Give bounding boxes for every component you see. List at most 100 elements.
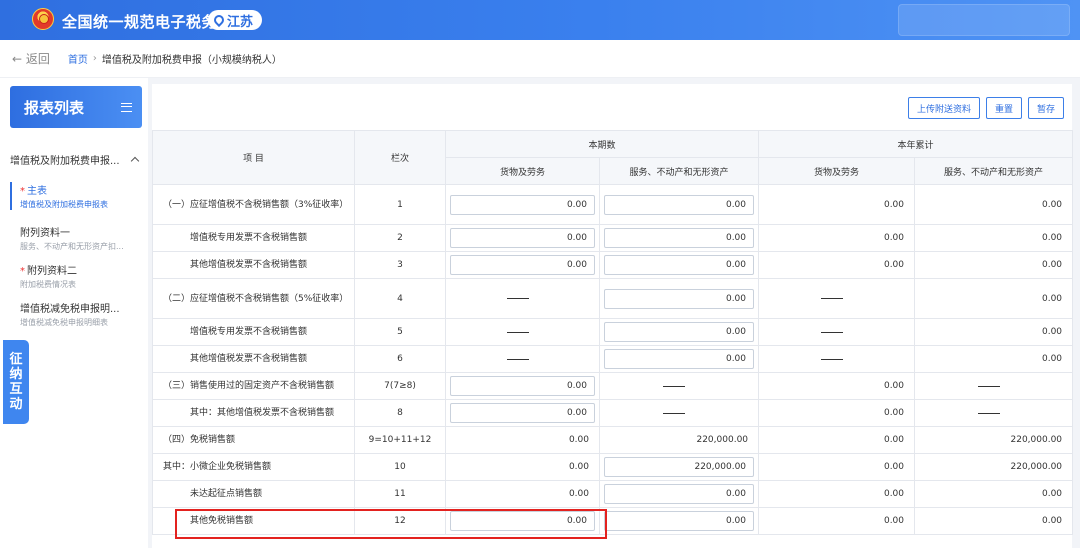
action-bar: 上传附送资料 重置 暂存 (907, 97, 1064, 119)
sidebar-item-sub: 增值税减免税申报明细表 (20, 318, 108, 327)
ytd-goods-value: 0.00 (758, 184, 916, 225)
sidebar-group-vat[interactable]: 增值税及附加税费申报... (10, 152, 142, 167)
required-marker: * (20, 186, 25, 197)
upload-attachment-button[interactable]: 上传附送资料 (907, 97, 980, 119)
user-info-area[interactable] (898, 4, 1070, 36)
interaction-float-tab[interactable]: 征 纳 互 动 (3, 340, 29, 424)
sidebar-group-label: 增值税及附加税费申报... (10, 156, 120, 167)
sidebar-item-attachment-2[interactable]: * 附列资料二 附加税费情况表 (10, 262, 146, 290)
current-services-na (598, 399, 760, 427)
current-goods-input[interactable]: 0.00 (450, 255, 595, 275)
current-goods-value: 0.00 (445, 453, 600, 481)
region-selector[interactable]: 江苏 (208, 10, 263, 30)
ytd-goods-value: 0.00 (758, 251, 916, 279)
current-services-input[interactable]: 0.00 (604, 322, 755, 342)
current-goods-input[interactable]: 0.00 (450, 194, 595, 215)
dash-icon (820, 298, 843, 299)
table-row: 其中：小微企业免税销售额 10 0.00 220,000.00 0.00 220,000.… (152, 453, 1074, 481)
current-services-cell: 0.00 (598, 224, 760, 252)
current-goods-input[interactable]: 0.00 (450, 228, 595, 248)
current-goods-input[interactable]: 0.00 (450, 376, 595, 396)
ytd-services-value: 0.00 (914, 278, 1074, 319)
main-panel: 上传附送资料 重置 暂存 项 目 栏次 本期数 本年累计 货物及劳务 服务、不动… (152, 84, 1074, 548)
sidebar-item-exemption[interactable]: 增值税减免税申报明... 增值税减免税申报明细表 (10, 300, 146, 328)
current-services-input[interactable]: 0.00 (604, 288, 755, 309)
current-services-input[interactable]: 0.00 (604, 255, 755, 275)
region-label: 江苏 (227, 14, 254, 30)
ytd-goods-value: 0.00 (758, 453, 916, 481)
report-sidebar: 报表列表 增值税及附加税费申报... * 主表 增值税及附加税费申报表 附列资料一… (0, 78, 148, 548)
dash-icon (977, 412, 1000, 414)
row-label: （三）销售使用过的固定资产不含税销售额 (152, 372, 355, 400)
dash-icon (506, 298, 529, 299)
current-services-input[interactable]: 0.00 (604, 228, 755, 248)
ytd-goods-value: 0.00 (758, 426, 916, 454)
breadcrumb-current: 增值税及附加税费申报（小规模纳税人） (101, 55, 282, 66)
current-services-input[interactable]: 0.00 (604, 349, 755, 369)
current-goods-na (445, 345, 600, 373)
current-services-na (598, 372, 760, 400)
location-pin-icon (211, 12, 227, 28)
ytd-goods-value: 0.00 (758, 480, 916, 508)
ytd-goods-value: 0.00 (758, 224, 916, 252)
current-services-input[interactable]: 0.00 (604, 484, 755, 504)
current-goods-value: 0.00 (445, 480, 600, 508)
sidebar-item-main[interactable]: * 主表 增值税及附加税费申报表 (10, 182, 146, 210)
sidebar-item-label: 增值税减免税申报明... (20, 304, 120, 315)
header-year-to-date: 本年累计 (758, 130, 1074, 158)
row-column-no: 11 (354, 480, 446, 508)
row-label: 其中：小微企业免税销售额 (152, 453, 355, 481)
current-goods-input[interactable]: 0.00 (450, 403, 595, 423)
row-column-no: 8 (354, 399, 446, 427)
row-column-no: 5 (354, 318, 446, 346)
row-label: （四）免税销售额 (152, 426, 355, 454)
table-row: （一）应征增值税不含税销售额（3%征收率） 1 0.00 0.00 0.00 0.00 (152, 184, 1074, 225)
row-label: （二）应征增值税不含税销售额（5%征收率） (152, 278, 355, 319)
table-row: 未达起征点销售额 11 0.00 0.00 0.00 0.00 (152, 480, 1074, 508)
breadcrumb-home[interactable]: 首页 (68, 51, 88, 66)
row-column-no: 1 (354, 184, 446, 225)
header-services: 服务、不动产和无形资产 (598, 157, 760, 185)
reset-button[interactable]: 重置 (985, 97, 1022, 119)
row-label: （一）应征增值税不含税销售额（3%征收率） (152, 184, 355, 225)
required-marker: * (20, 266, 25, 277)
row-label: 未达起征点销售额 (152, 480, 355, 508)
back-link[interactable]: ← 返回 (12, 50, 50, 67)
sidebar-item-sub: 附加税费情况表 (20, 280, 76, 289)
row-label: 其中：其他增值税发票不含税销售额 (152, 399, 355, 427)
table-row: 其他增值税发票不含税销售额 3 0.00 0.00 0.00 0.00 (152, 251, 1074, 279)
sidebar-item-sub: 服务、不动产和无形资产扣... (20, 242, 124, 251)
ytd-services-value: 0.00 (914, 345, 1074, 373)
ytd-goods-value: 0.00 (758, 399, 916, 427)
current-goods-cell: 0.00 (445, 184, 600, 225)
current-services-cell: 0.00 (598, 251, 760, 279)
table-row: 增值税专用发票不含税销售额 5 0.00 0.00 (152, 318, 1074, 346)
table-row: 其他增值税发票不含税销售额 6 0.00 0.00 (152, 345, 1074, 373)
ytd-services-value: 0.00 (914, 507, 1074, 535)
dash-icon (820, 331, 843, 333)
dash-icon (663, 385, 685, 387)
current-goods-cell: 0.00 (445, 399, 600, 427)
row-column-no: 9=10+11+12 (354, 426, 446, 454)
ytd-services-na (914, 372, 1074, 400)
sidebar-item-attachment-1[interactable]: 附列资料一 服务、不动产和无形资产扣... (10, 224, 146, 252)
row-label: 其他增值税发票不含税销售额 (152, 251, 355, 279)
current-goods-na (445, 278, 600, 319)
header-project: 项 目 (152, 130, 355, 185)
current-services-input[interactable]: 220,000.00 (604, 457, 755, 477)
header-current-period: 本期数 (444, 130, 760, 158)
float-tab-char: 动 (9, 397, 23, 412)
float-tab-char: 纳 (9, 367, 23, 382)
menu-icon[interactable] (121, 102, 132, 112)
table-row: 增值税专用发票不含税销售额 2 0.00 0.00 0.00 0.00 (152, 224, 1074, 252)
save-draft-button[interactable]: 暂存 (1027, 97, 1064, 119)
ytd-goods-na (758, 345, 916, 373)
current-services-input[interactable]: 0.00 (604, 194, 755, 215)
row-column-no: 2 (354, 224, 446, 252)
sidebar-header: 报表列表 (10, 86, 142, 128)
float-tab-char: 征 (9, 352, 23, 367)
highlight-box (175, 509, 607, 539)
sidebar-item-sub: 增值税及附加税费申报表 (20, 200, 108, 209)
ytd-services-value: 0.00 (914, 224, 1074, 252)
current-services-input[interactable]: 0.00 (604, 511, 755, 531)
